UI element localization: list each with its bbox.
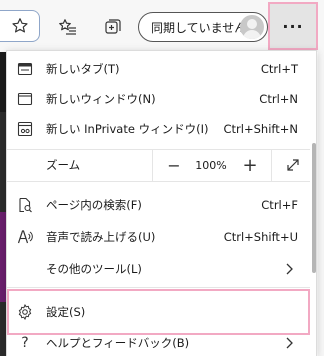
menu-item-label: 設定(S)	[46, 305, 86, 319]
menu-item-find-on-page[interactable]: ページ内の検索(F) Ctrl+F	[7, 189, 310, 221]
more-icon: ···	[282, 16, 304, 36]
menu-scrollbar[interactable]	[312, 143, 316, 273]
zoom-out-button[interactable]: −	[159, 149, 189, 181]
collections-button[interactable]	[98, 12, 128, 42]
zoom-level: 100%	[193, 149, 229, 181]
expand-icon	[287, 159, 299, 171]
favorites-button[interactable]	[53, 12, 83, 42]
full-screen-button[interactable]	[277, 149, 309, 181]
menu-item-shortcut: Ctrl+T	[260, 62, 298, 76]
menu-item-settings[interactable]: 設定(S)	[7, 296, 310, 328]
menu-divider	[7, 287, 310, 288]
settings-and-more-menu: 新しいタブ(T) Ctrl+T 新しいウィンドウ(N) Ctrl+N 新しい I…	[6, 50, 317, 356]
zoom-separator	[271, 149, 272, 181]
new-window-icon	[17, 91, 33, 107]
find-on-page-icon	[17, 197, 33, 213]
menu-item-shortcut: Ctrl+F	[261, 198, 298, 212]
menu-divider	[7, 181, 310, 182]
favorites-list-icon	[59, 19, 76, 35]
zoom-in-icon: +	[242, 154, 258, 176]
menu-item-shortcut: Ctrl+Shift+U	[223, 230, 298, 244]
read-aloud-icon	[17, 229, 33, 245]
profile-sync-status: 同期していません	[151, 20, 247, 35]
zoom-label: ズーム	[46, 158, 81, 172]
zoom-in-button[interactable]: +	[235, 149, 265, 181]
gear-icon	[17, 304, 33, 320]
star-outline-icon	[11, 18, 28, 33]
new-tab-icon	[17, 61, 33, 77]
menu-item-new-window[interactable]: 新しいウィンドウ(N) Ctrl+N	[7, 83, 310, 115]
zoom-separator	[152, 149, 153, 181]
profile-button[interactable]: 同期していません	[138, 12, 268, 42]
help-icon: ?	[21, 335, 29, 351]
zoom-value: 100%	[195, 158, 227, 172]
menu-item-label: その他のツール(L)	[46, 262, 142, 276]
avatar	[240, 15, 264, 39]
menu-item-label: ページ内の検索(F)	[46, 198, 142, 212]
menu-item-help-and-feedback[interactable]: ? ヘルプとフィードバック(B)	[7, 327, 310, 356]
add-favorite-button[interactable]	[0, 10, 40, 42]
menu-item-label: 新しいタブ(T)	[46, 62, 120, 76]
menu-item-label: 新しい InPrivate ウィンドウ(I)	[46, 122, 209, 136]
zoom-out-icon: −	[167, 155, 181, 175]
chevron-right-icon	[286, 263, 293, 275]
window-edge	[318, 52, 324, 356]
menu-item-read-aloud[interactable]: 音声で読み上げる(U) Ctrl+Shift+U	[7, 221, 310, 253]
menu-item-more-tools[interactable]: その他のツール(L)	[7, 253, 310, 285]
collections-icon	[105, 19, 121, 34]
inprivate-icon	[17, 121, 33, 137]
menu-item-label: ヘルプとフィードバック(B)	[46, 336, 190, 350]
menu-item-new-inprivate-window[interactable]: 新しい InPrivate ウィンドウ(I) Ctrl+Shift+N	[7, 113, 310, 145]
menu-item-label: 新しいウィンドウ(N)	[46, 92, 156, 106]
browser-toolbar: 同期していません ···	[0, 0, 324, 52]
menu-item-shortcut: Ctrl+N	[259, 92, 298, 106]
menu-item-new-tab[interactable]: 新しいタブ(T) Ctrl+T	[7, 53, 310, 85]
menu-item-shortcut: Ctrl+Shift+N	[223, 122, 298, 136]
menu-item-label: 音声で読み上げる(U)	[46, 230, 156, 244]
settings-and-more-button[interactable]: ···	[268, 2, 318, 50]
chevron-right-icon	[286, 337, 293, 349]
